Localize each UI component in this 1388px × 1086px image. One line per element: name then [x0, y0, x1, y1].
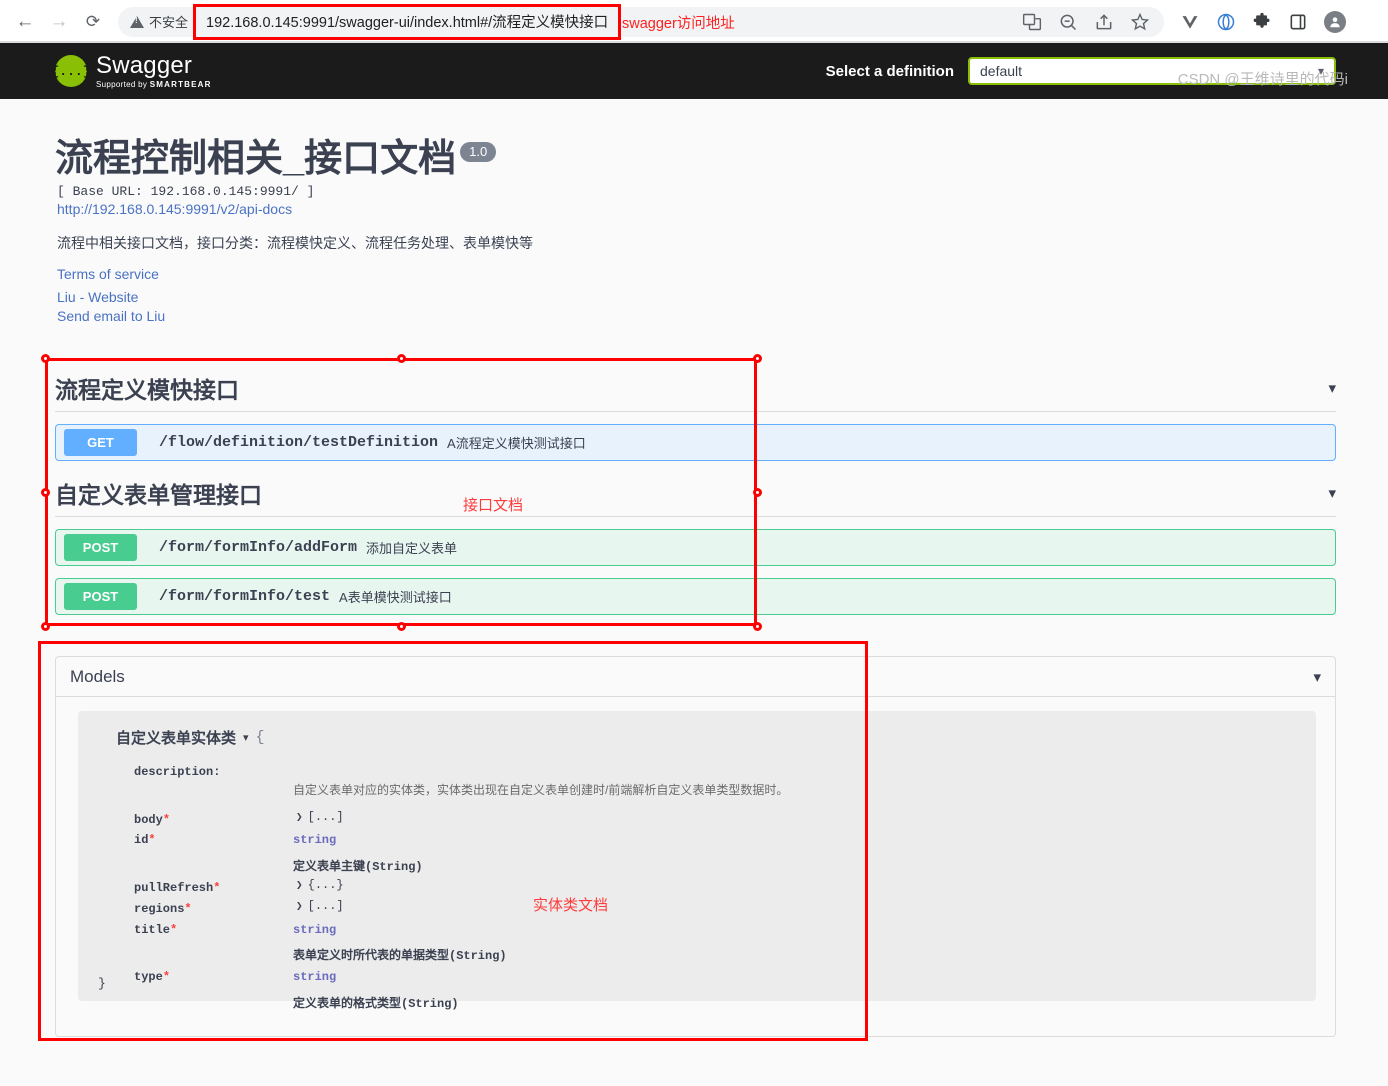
- property-label-type: type*: [134, 970, 171, 984]
- translate-icon[interactable]: [1022, 12, 1042, 32]
- models-title: Models: [70, 666, 125, 686]
- property-type-id: string: [293, 833, 337, 847]
- annotation-handle: [753, 488, 762, 497]
- browser-extension-icons: [1180, 10, 1346, 33]
- definition-label: Select a definition: [825, 62, 954, 80]
- url-field[interactable]: 192.168.0.145:9991/swagger-ui/index.html…: [193, 3, 622, 40]
- page-title: 流程控制相关_接口文档 1.0: [55, 138, 497, 180]
- warning-triangle-icon: [130, 15, 144, 28]
- annotation-handle: [41, 622, 50, 631]
- operation-path: /form/formInfo/test: [159, 588, 331, 605]
- extensions-puzzle-icon[interactable]: [1252, 12, 1272, 32]
- tag-header[interactable]: 流程定义模快接口 ▾: [55, 364, 1336, 412]
- security-indicator[interactable]: 不安全: [130, 12, 188, 31]
- close-brace: }: [98, 976, 106, 991]
- security-label: 不安全: [149, 15, 189, 30]
- property-label-pullrefresh: pullRefresh*: [134, 881, 221, 895]
- operation-summary: A流程定义模快测试接口: [447, 436, 586, 451]
- browser-toolbar: ← → ⟳ 不安全 192.168.0.145:9991/swagger-ui/…: [0, 0, 1388, 43]
- email-link[interactable]: Send email to Liu: [57, 308, 165, 324]
- url-annotation-label: swagger访问地址: [622, 16, 735, 32]
- api-title-text: 流程控制相关_接口文档: [55, 138, 457, 180]
- base-url: [ Base URL: 192.168.0.145:9991/ ]: [57, 184, 315, 199]
- property-type-title: string: [293, 923, 337, 937]
- http-method-badge: GET: [64, 429, 137, 456]
- property-value-pullrefresh[interactable]: ❯ {...}: [296, 878, 344, 892]
- tag-name: 流程定义模快接口: [55, 376, 239, 403]
- website-link[interactable]: Liu - Website: [57, 289, 138, 305]
- property-description-type: 定义表单的格式类型(String): [293, 997, 459, 1011]
- reload-icon[interactable]: ⟳: [78, 7, 108, 37]
- chevron-down-icon[interactable]: ▾: [243, 731, 249, 744]
- property-label-body: body*: [134, 813, 171, 827]
- http-method-badge: POST: [64, 534, 137, 561]
- swagger-ui-page: 流程控制相关_接口文档 1.0 [ Base URL: 192.168.0.14…: [0, 71, 1388, 1086]
- chevron-down-icon[interactable]: ▾: [1313, 668, 1321, 686]
- url-text: 192.168.0.145:9991/swagger-ui/index.html…: [206, 15, 609, 31]
- version-badge: 1.0: [460, 142, 497, 163]
- expand-arrow-icon: ❯: [296, 901, 303, 913]
- operation-row[interactable]: GET /flow/definition/testDefinition A流程定…: [55, 424, 1336, 461]
- terms-of-service-link[interactable]: Terms of service: [57, 266, 159, 282]
- property-value-body[interactable]: ❯ [...]: [296, 810, 344, 824]
- models-header[interactable]: Models ▾: [56, 657, 1335, 697]
- operation-summary: 添加自定义表单: [366, 541, 458, 556]
- tag-name: 自定义表单管理接口: [55, 481, 262, 508]
- annotation-handle: [41, 488, 50, 497]
- swagger-logo-subtitle: Supported by SMARTBEAR: [96, 79, 212, 89]
- tag-header[interactable]: 自定义表单管理接口 ▾: [55, 469, 1336, 517]
- property-description-title: 表单定义时所代表的单据类型(String): [293, 949, 507, 963]
- definition-selected-value: default: [980, 63, 1023, 79]
- expand-arrow-icon: ❯: [296, 880, 303, 892]
- tag-section-flow-definition: 流程定义模快接口 ▾ GET /flow/definition/testDefi…: [55, 364, 1336, 461]
- property-description-id: 定义表单主键(String): [293, 860, 423, 874]
- models-section: Models ▾ 自定义表单实体类 ▾ { description: 自定义表单…: [55, 656, 1336, 1037]
- model-description-value: 自定义表单对应的实体类，实体类出现在自定义表单创建时/前端解析自定义表单类型数据…: [293, 783, 789, 797]
- property-label-title: title*: [134, 923, 178, 937]
- chevron-down-icon[interactable]: ▾: [1328, 379, 1336, 397]
- profile-avatar-icon[interactable]: [1324, 10, 1346, 33]
- api-description: 流程中相关接口文档，接口分类：流程模快定义、流程任务处理、表单模快等: [57, 235, 533, 251]
- chevron-down-icon[interactable]: ▾: [1328, 484, 1336, 502]
- operation-row[interactable]: POST /form/formInfo/addForm 添加自定义表单: [55, 529, 1336, 566]
- property-label-description: description:: [134, 765, 221, 779]
- property-type-type: string: [293, 970, 337, 984]
- property-label-id: id*: [134, 833, 156, 847]
- annotation-handle: [397, 622, 406, 631]
- model-name: 自定义表单实体类: [116, 730, 237, 747]
- swagger-logo[interactable]: {...} Swagger Supported by SMARTBEAR: [52, 51, 212, 89]
- expand-arrow-icon: ❯: [296, 812, 303, 824]
- watermark: CSDN @王维诗里的代码i: [1177, 71, 1348, 88]
- vimium-v-icon[interactable]: [1180, 12, 1200, 32]
- swagger-logo-title: Swagger: [96, 51, 193, 79]
- annotation-handle: [41, 354, 50, 363]
- side-panel-icon[interactable]: [1288, 12, 1308, 32]
- bookmark-star-icon[interactable]: [1130, 12, 1150, 32]
- back-icon[interactable]: ←: [10, 7, 40, 37]
- annotation-label-api-docs: 接口文档: [463, 497, 524, 514]
- api-docs-link[interactable]: http://192.168.0.145:9991/v2/api-docs: [57, 201, 292, 217]
- tag-section-custom-form: 自定义表单管理接口 ▾ POST /form/formInfo/addForm …: [55, 469, 1336, 615]
- model-card: 自定义表单实体类 ▾ { description: 自定义表单对应的实体类，实体…: [78, 711, 1316, 1011]
- operation-path: /flow/definition/testDefinition: [159, 434, 439, 451]
- zoom-out-icon[interactable]: [1058, 12, 1078, 32]
- swagger-braces-icon: {...}: [52, 55, 91, 87]
- property-value-regions[interactable]: ❯ [...]: [296, 899, 344, 913]
- annotation-handle: [397, 354, 406, 363]
- share-icon[interactable]: [1094, 12, 1114, 32]
- omnibox-icons: [1022, 12, 1156, 32]
- open-brace: {: [255, 729, 265, 746]
- opera-circle-icon[interactable]: [1216, 12, 1236, 32]
- operation-row[interactable]: POST /form/formInfo/test A表单模快测试接口: [55, 578, 1336, 615]
- http-method-badge: POST: [64, 583, 137, 610]
- property-label-regions: regions*: [134, 902, 192, 916]
- browser-nav-buttons: ← → ⟳: [10, 7, 108, 37]
- operation-summary: A表单模快测试接口: [339, 590, 452, 605]
- annotation-label-entity-docs: 实体类文档: [533, 897, 609, 914]
- operation-path: /form/formInfo/addForm: [159, 539, 358, 556]
- annotation-handle: [753, 622, 762, 631]
- annotation-handle: [753, 354, 762, 363]
- forward-icon[interactable]: →: [44, 7, 74, 37]
- model-title-row[interactable]: 自定义表单实体类 ▾ {: [116, 727, 1296, 748]
